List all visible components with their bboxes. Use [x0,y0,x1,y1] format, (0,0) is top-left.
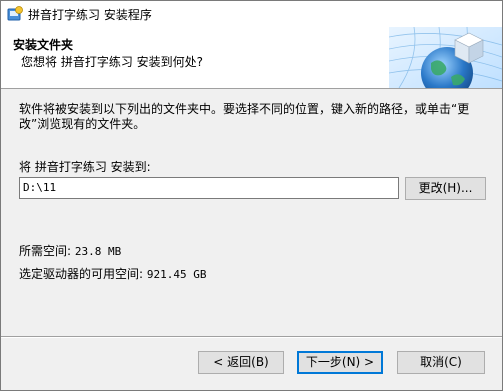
change-folder-button[interactable]: 更改(H)... [405,177,486,200]
installer-app-icon [7,6,23,21]
window-title: 拼音打字练习 安装程序 [28,8,152,22]
description-text: 软件将被安装到以下列出的文件夹中。要选择不同的位置，键入新的路径，或单击“更改”… [19,102,470,131]
space-required-label: 所需空间: [19,244,72,258]
space-available: 选定驱动器的可用空间: 921.45 GB [19,265,206,282]
install-path-input[interactable]: D:\11 [19,177,399,199]
space-required: 所需空间: 23.8 MB [19,242,121,259]
installer-window: 拼音打字练习 安装程序 安装文件夹 您想将 拼音打字练习 安装到何处? 软件将被… [0,0,503,391]
space-required-value: 23.8 MB [74,245,122,258]
back-button[interactable]: < 返回(B) [198,351,284,374]
wizard-header: 安装文件夹 您想将 拼音打字练习 安装到何处? [1,27,502,89]
space-available-label: 选定驱动器的可用空间: [19,267,144,281]
page-title: 安装文件夹 [13,38,74,52]
page-subtitle: 您想将 拼音打字练习 安装到何处? [21,55,203,69]
install-location-label: 将 拼音打字练习 安装到: [19,160,151,174]
cancel-button[interactable]: 取消(C) [397,351,485,374]
footer-divider [1,336,502,338]
next-button[interactable]: 下一步(N) > [297,351,383,374]
title-bar[interactable]: 拼音打字练习 安装程序 [1,1,502,27]
globe-cube-icon [389,27,502,88]
space-available-value: 921.45 GB [146,268,207,281]
